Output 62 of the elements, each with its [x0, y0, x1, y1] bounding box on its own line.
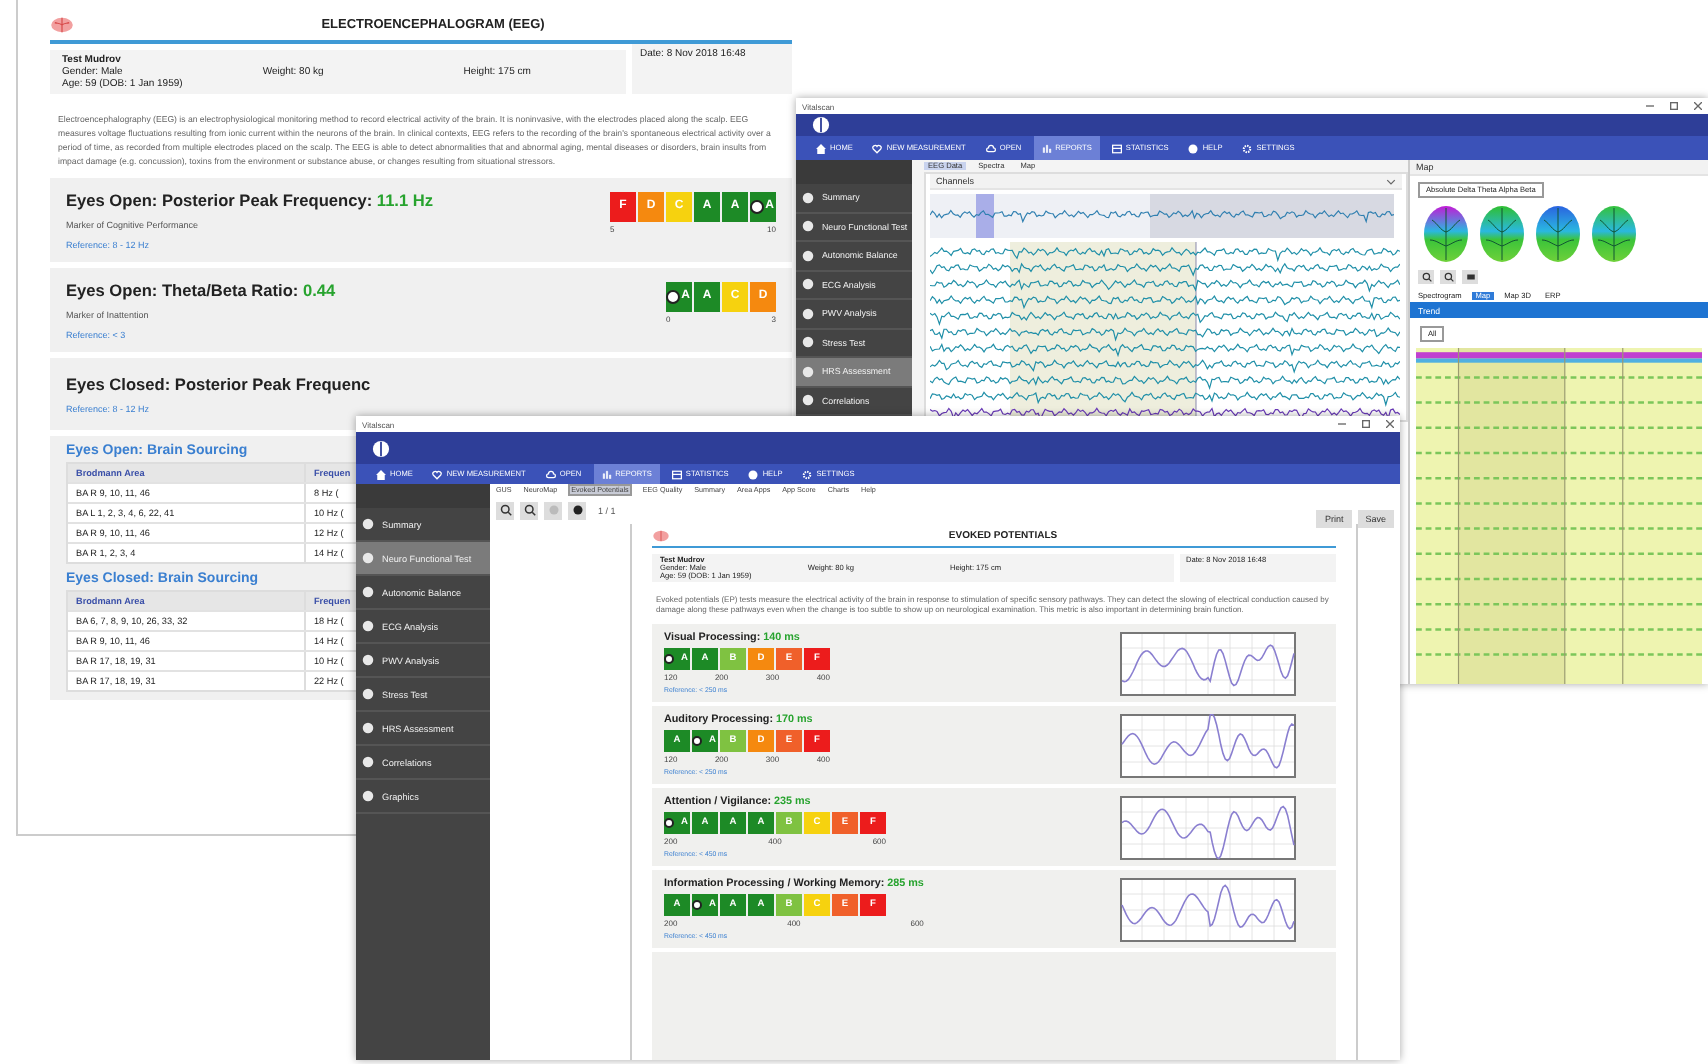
brain-map-drawing [1534, 204, 1582, 264]
grid-button[interactable] [1462, 270, 1478, 284]
circle-icon [362, 518, 374, 530]
cloud-icon [985, 143, 996, 153]
maximize-icon[interactable] [1362, 420, 1370, 428]
heart-icon [872, 143, 883, 153]
brain-map-drawing [1422, 204, 1470, 264]
circle-icon [362, 722, 374, 734]
circle-icon [362, 620, 374, 632]
circle-icon [362, 586, 374, 598]
circle-icon [802, 191, 814, 204]
metric-title: Eyes Open: Posterior Peak Frequency: [66, 190, 373, 210]
metric-title: Eyes Open: Theta/Beta Ratio: [66, 280, 299, 300]
circle-icon [362, 688, 374, 700]
help-icon [748, 469, 759, 479]
circle-icon [362, 654, 374, 666]
brain-map-drawing [1478, 204, 1526, 264]
table-icon [1111, 143, 1122, 153]
heart-icon [432, 469, 443, 479]
minimize-icon[interactable] [1646, 102, 1654, 110]
marker-dot [664, 818, 674, 828]
circle-icon [362, 552, 374, 564]
zoom-in-button[interactable] [1418, 270, 1434, 284]
table-icon [671, 469, 682, 479]
cloud-icon [545, 469, 556, 479]
marker-dot [692, 900, 702, 910]
metric-value: 0.44 [303, 280, 336, 300]
settings-icon [1242, 143, 1253, 153]
circle-icon [802, 365, 814, 378]
circle-icon [802, 220, 814, 233]
brain-icon [50, 16, 74, 34]
settings-icon [802, 469, 813, 479]
brain-icon [652, 530, 670, 542]
close-icon[interactable] [1694, 102, 1702, 110]
chevron-icon[interactable] [1386, 177, 1396, 185]
brain-icon [372, 439, 390, 457]
next-page-button[interactable] [568, 501, 586, 519]
home-icon [376, 469, 386, 479]
circle-icon [802, 307, 814, 320]
marker-dot [750, 199, 764, 213]
circle-icon [802, 394, 814, 407]
circle-icon [362, 756, 374, 768]
minimize-icon[interactable] [1338, 420, 1346, 428]
chart-icon [1041, 143, 1052, 153]
zoom-out-button[interactable] [1440, 270, 1456, 284]
marker-dot [692, 736, 702, 746]
circle-icon [362, 790, 374, 802]
home-icon [816, 143, 826, 153]
metric-title: Eyes Closed: Posterior Peak Frequenc [66, 374, 371, 394]
circle-icon [802, 249, 814, 262]
maximize-icon[interactable] [1670, 102, 1678, 110]
chart-icon [601, 469, 612, 479]
brain-map-drawing [1590, 204, 1638, 264]
marker-dot [664, 654, 674, 664]
circle-icon [802, 278, 814, 291]
circle-icon [802, 336, 814, 349]
zoom-out-button[interactable] [520, 501, 538, 519]
close-icon[interactable] [1386, 420, 1394, 428]
zoom-in-button[interactable] [496, 501, 514, 519]
help-icon [1188, 143, 1199, 153]
marker-dot [666, 289, 680, 303]
metric-value: 11.1 Hz [376, 190, 434, 210]
